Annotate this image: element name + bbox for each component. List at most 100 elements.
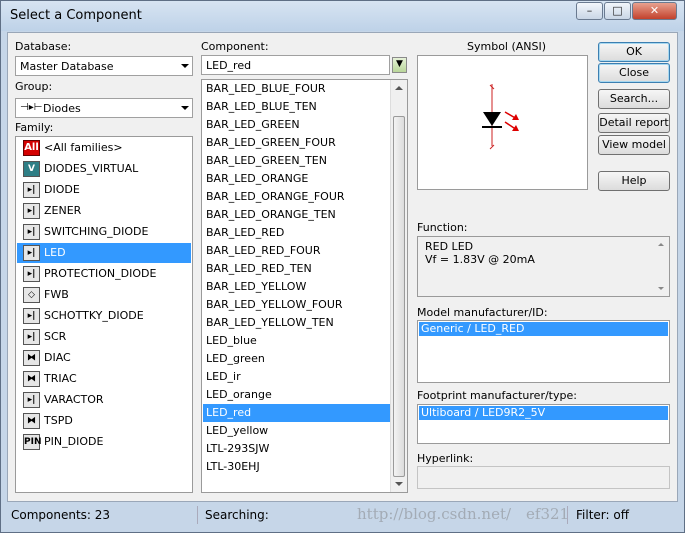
component-filter-input[interactable]: LED_red <box>201 55 390 75</box>
family-item[interactable]: ▸| PROTECTION_DIODE <box>17 264 191 284</box>
family-diac-icon: ⧓ <box>23 350 40 366</box>
family-item-label: DIODE <box>44 183 80 196</box>
model-list[interactable]: Generic / LED_RED <box>417 320 670 383</box>
family-tspd-icon: ⧓ <box>23 413 40 429</box>
chevron-down-icon <box>181 106 189 110</box>
component-item[interactable]: LED_orange <box>203 386 390 404</box>
scroll-down-icon[interactable] <box>395 482 403 486</box>
components-count: Components: 23 <box>11 508 111 522</box>
diode-icon: ⊣▸⊢ <box>20 102 43 113</box>
component-item[interactable]: BAR_LED_RED_TEN <box>203 260 390 278</box>
model-item-selected[interactable]: Generic / LED_RED <box>419 322 668 336</box>
family-item-label: SCR <box>44 330 67 343</box>
close-button[interactable]: Close <box>598 63 670 83</box>
component-item[interactable]: LTL-30EHJ <box>203 458 390 476</box>
group-value: Diodes <box>43 102 81 115</box>
database-value: Master Database <box>20 60 114 73</box>
component-list[interactable]: LTL-30EHJ LTL-293SJW LED_yellow LED_red LED_… <box>201 79 408 493</box>
family-led-icon: ▸| <box>23 245 40 261</box>
select-component-window: Select a Component – □ ✕ Database: Maste… <box>0 0 685 533</box>
scroll-up-icon[interactable] <box>658 243 664 246</box>
component-item[interactable]: LED_yellow <box>203 422 390 440</box>
title-bar: Select a Component – □ ✕ <box>1 1 684 31</box>
component-item[interactable]: LED_green <box>203 350 390 368</box>
hyperlink-field[interactable] <box>417 466 670 489</box>
model-label: Model manufacturer/ID: <box>417 306 548 319</box>
component-label: Component: <box>201 40 269 53</box>
group-dropdown[interactable]: ⊣▸⊢ Diodes <box>15 98 193 118</box>
family-item[interactable]: ⧓ TRIAC <box>17 369 191 389</box>
component-item[interactable]: BAR_LED_YELLOW_TEN <box>203 314 390 332</box>
component-item[interactable]: LED_red <box>203 404 390 422</box>
family-diodes-virtual-icon: V <box>23 161 40 177</box>
component-item[interactable]: BAR_LED_GREEN_FOUR <box>203 134 390 152</box>
chevron-down-icon <box>181 64 189 68</box>
family-item-label: FWB <box>44 288 69 301</box>
component-scrollbar[interactable] <box>390 80 407 492</box>
family-item[interactable]: ▸| VARACTOR <box>17 390 191 410</box>
family-pin-diode-icon: PIN <box>23 434 41 450</box>
component-item[interactable]: LED_ir <box>203 368 390 386</box>
scroll-thumb[interactable] <box>393 116 405 477</box>
family-schottky-diode-icon: ▸| <box>23 308 40 324</box>
family-item[interactable]: ▸| DIODE <box>17 180 191 200</box>
family-triac-icon: ⧓ <box>23 371 40 387</box>
component-item[interactable]: BAR_LED_ORANGE_TEN <box>203 206 390 224</box>
database-dropdown[interactable]: Master Database <box>15 56 193 76</box>
scroll-up-icon[interactable] <box>395 86 403 90</box>
component-item[interactable]: BAR_LED_BLUE_TEN <box>203 98 390 116</box>
watermark: http://blog.csdn.net/ ef321 <box>357 505 570 523</box>
family-item[interactable]: ⧓ TSPD <box>17 411 191 431</box>
symbol-label: Symbol (ANSI) <box>467 40 547 53</box>
family-item-label: DIAC <box>44 351 71 364</box>
help-button[interactable]: Help <box>598 171 670 191</box>
component-item[interactable]: BAR_LED_ORANGE <box>203 170 390 188</box>
family-item[interactable]: ▸| SWITCHING_DIODE <box>17 222 191 242</box>
maximize-button[interactable]: □ <box>604 2 631 20</box>
component-item[interactable]: BAR_LED_GREEN <box>203 116 390 134</box>
family-item[interactable]: ◇ FWB <box>17 285 191 305</box>
family-item[interactable]: ▸| LED <box>17 243 191 263</box>
hyperlink-label: Hyperlink: <box>417 452 474 465</box>
family-item-label: PROTECTION_DIODE <box>44 267 157 280</box>
ok-button[interactable]: OK <box>598 42 670 62</box>
component-item[interactable]: BAR_LED_GREEN_TEN <box>203 152 390 170</box>
filter-status: Filter: off <box>576 508 629 522</box>
family-list[interactable]: All <All families> V DIODES_VIRTUAL ▸| DIODE ▸… <box>15 136 193 493</box>
family-item-label: VARACTOR <box>44 393 104 406</box>
family-varactor-icon: ▸| <box>23 392 40 408</box>
component-item[interactable]: LTL-293SJW <box>203 440 390 458</box>
detail-report-button[interactable]: Detail report <box>598 113 670 133</box>
family-item[interactable]: ▸| SCHOTTKY_DIODE <box>17 306 191 326</box>
component-item[interactable]: BAR_LED_BLUE_FOUR <box>203 80 390 98</box>
family-zener-icon: ▸| <box>23 203 40 219</box>
symbol-preview <box>417 55 588 190</box>
search-button[interactable]: Search... <box>598 89 670 109</box>
family-item-label: ZENER <box>44 204 82 217</box>
family-item-label: SWITCHING_DIODE <box>44 225 149 238</box>
component-item[interactable]: BAR_LED_YELLOW_FOUR <box>203 296 390 314</box>
component-item[interactable]: BAR_LED_ORANGE_FOUR <box>203 188 390 206</box>
family-item[interactable]: ▸| ZENER <box>17 201 191 221</box>
filter-icon[interactable]: ▼ <box>392 57 407 73</box>
family-item-label: SCHOTTKY_DIODE <box>44 309 144 322</box>
view-model-button[interactable]: View model <box>598 135 670 155</box>
family-item-label: TSPD <box>44 414 73 427</box>
minimize-button[interactable]: – <box>576 2 603 20</box>
family-item[interactable]: All <All families> <box>17 138 191 158</box>
footprint-list[interactable]: Ultiboard / LED9R2_5V <box>417 404 670 444</box>
component-item[interactable]: LED_blue <box>203 332 390 350</box>
component-item[interactable]: BAR_LED_RED <box>203 224 390 242</box>
scroll-down-icon[interactable] <box>658 287 664 290</box>
family-item[interactable]: PIN PIN_DIODE <box>17 432 191 452</box>
close-window-button[interactable]: ✕ <box>632 2 677 20</box>
footprint-item-selected[interactable]: Ultiboard / LED9R2_5V <box>419 406 668 420</box>
family-item[interactable]: V DIODES_VIRTUAL <box>17 159 191 179</box>
family-item[interactable]: ⧓ DIAC <box>17 348 191 368</box>
component-item[interactable]: BAR_LED_RED_FOUR <box>203 242 390 260</box>
led-symbol-icon <box>482 84 519 150</box>
family-item-label: TRIAC <box>44 372 77 385</box>
component-item[interactable]: BAR_LED_YELLOW <box>203 278 390 296</box>
family-item[interactable]: ▸| SCR <box>17 327 191 347</box>
family-item-label: <All families> <box>44 141 123 154</box>
